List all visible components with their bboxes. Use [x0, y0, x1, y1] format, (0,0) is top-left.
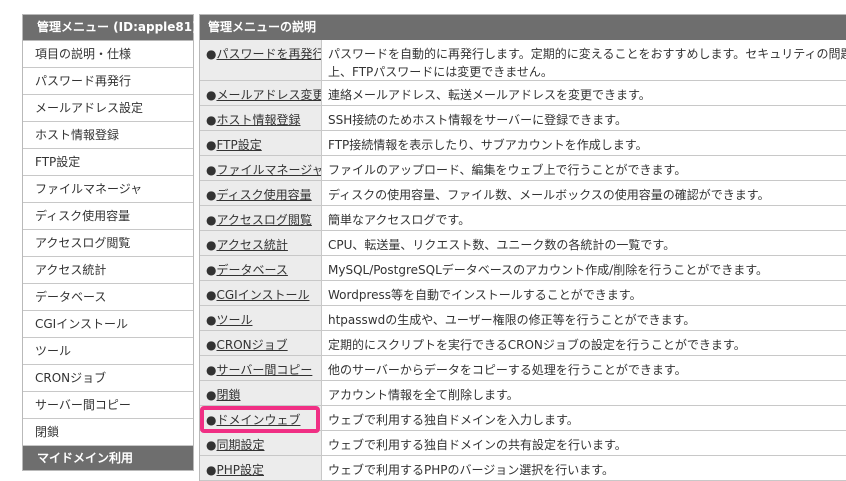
table-row: ●閉鎖 アカウント情報を全て削除します。	[200, 381, 846, 406]
table-row: ●データベース MySQL/PostgreSQLデータベースのアカウント作成/削…	[200, 256, 846, 281]
table-row: ●アクセスログ閲覧 簡単なアクセスログです。	[200, 206, 846, 231]
table-row: ●サーバー間コピー 他のサーバーからデータをコピーする処理を行うことができます。	[200, 356, 846, 381]
row-description: 定期的にスクリプトを実行できるCRONジョブの設定を行うことができます。	[328, 338, 746, 352]
sidebar-item-mail[interactable]: メールアドレス設定	[23, 95, 193, 122]
link-mail-change[interactable]: メールアドレス変更	[216, 88, 321, 102]
link-server-copy[interactable]: サーバー間コピー	[216, 363, 312, 377]
menu-description-table: 管理メニューの説明 ●パスワードを再発行 パスワードを自動的に再発行します。定期…	[199, 14, 846, 481]
link-cron-job[interactable]: CRONジョブ	[216, 338, 287, 352]
table-row: ●アクセス統計 CPU、転送量、リクエスト数、ユニーク数の各統計の一覧です。	[200, 231, 846, 256]
row-description: htpasswdの生成や、ユーザー権限の修正等を行うことができます。	[328, 313, 696, 327]
sidebar-item-ftp[interactable]: FTP設定	[23, 149, 193, 176]
link-cgi-install[interactable]: CGIインストール	[216, 288, 309, 302]
bullet-icon: ●	[206, 138, 217, 152]
sidebar-item-disk[interactable]: ディスク使用容量	[23, 203, 193, 230]
table-row: ●ディスク使用容量 ディスクの使用容量、ファイル数、メールボックスの使用容量の確…	[200, 181, 846, 206]
bullet-icon: ●	[206, 163, 217, 177]
link-access-log[interactable]: アクセスログ閲覧	[216, 213, 311, 227]
bullet-icon: ●	[206, 438, 217, 452]
bullet-icon: ●	[206, 113, 217, 127]
table-row: ●ドメインウェブ ウェブで利用する独自ドメインを入力します。	[200, 406, 846, 431]
row-description: ウェブで利用する独自ドメインを入力します。	[328, 413, 579, 427]
table-row: ●CRONジョブ 定期的にスクリプトを実行できるCRONジョブの設定を行うことが…	[200, 331, 846, 356]
link-access-stats[interactable]: アクセス統計	[216, 238, 287, 252]
row-description: 簡単なアクセスログです。	[328, 213, 471, 227]
bullet-icon: ●	[206, 463, 217, 477]
row-description: アカウント情報を全て削除します。	[328, 388, 519, 402]
bullet-icon: ●	[206, 388, 217, 402]
row-description: MySQL/PostgreSQLデータベースのアカウント作成/削除を行うことがで…	[328, 263, 769, 277]
sidebar-item-close[interactable]: 閉鎖	[23, 419, 193, 446]
table-row: ●ツール htpasswdの生成や、ユーザー権限の修正等を行うことができます。	[200, 306, 846, 331]
sidebar-item-copy[interactable]: サーバー間コピー	[23, 392, 193, 419]
bullet-icon: ●	[206, 413, 217, 427]
table-row: ●パスワードを再発行 パスワードを自動的に再発行します。定期的に変えることをおす…	[200, 40, 846, 81]
link-database[interactable]: データベース	[216, 263, 287, 277]
table-header: 管理メニューの説明	[200, 15, 846, 40]
row-description: ファイルのアップロード、編集をウェブ上で行うことができます。	[328, 163, 687, 177]
admin-menu-sidebar: 管理メニュー (ID:apple81) 項目の説明・仕様 パスワード再発行 メー…	[22, 14, 198, 471]
sidebar-item-stats[interactable]: アクセス統計	[23, 257, 193, 284]
row-description: SSH接続のためホスト情報をサーバーに登録できます。	[328, 113, 627, 127]
table-row: ●FTP設定 FTP接続情報を表示したり、サブアカウントを作成します。	[200, 131, 846, 156]
bullet-icon: ●	[206, 238, 217, 252]
link-close-account[interactable]: 閉鎖	[216, 388, 240, 402]
row-description: ディスクの使用容量、ファイル数、メールボックスの使用容量の確認ができます。	[328, 188, 770, 202]
link-sync-settings[interactable]: 同期設定	[216, 438, 264, 452]
link-host-register[interactable]: ホスト情報登録	[216, 113, 300, 127]
table-row: ●ホスト情報登録 SSH接続のためホスト情報をサーバーに登録できます。	[200, 106, 846, 131]
row-description: ウェブで利用する独自ドメインの共有設定を行います。	[328, 438, 627, 452]
link-domain-web[interactable]: ドメインウェブ	[216, 413, 300, 427]
sidebar-item-tools[interactable]: ツール	[23, 338, 193, 365]
sidebar-item-cron[interactable]: CRONジョブ	[23, 365, 193, 392]
table-row: ●CGIインストール Wordpress等を自動でインストールすることができます…	[200, 281, 846, 306]
bullet-icon: ●	[206, 263, 217, 277]
row-description: 連絡メールアドレス、転送メールアドレスを変更できます。	[328, 88, 651, 102]
bullet-icon: ●	[206, 288, 217, 302]
link-disk-usage[interactable]: ディスク使用容量	[216, 188, 311, 202]
sidebar-item-filemanager[interactable]: ファイルマネージャ	[23, 176, 193, 203]
bullet-icon: ●	[206, 338, 217, 352]
row-description: パスワードを自動的に再発行します。定期的に変えることをおすすめします。セキュリテ…	[328, 47, 846, 79]
sidebar-item-spec[interactable]: 項目の説明・仕様	[23, 41, 193, 68]
link-tools[interactable]: ツール	[216, 313, 252, 327]
table-row: ●PHP設定 ウェブで利用するPHPのバージョン選択を行います。	[200, 456, 846, 481]
sidebar-header: 管理メニュー (ID:apple81)	[23, 15, 198, 41]
table-row: ●ファイルマネージャ ファイルのアップロード、編集をウェブ上で行うことができます…	[200, 156, 846, 181]
bullet-icon: ●	[206, 313, 217, 327]
sidebar-item-host[interactable]: ホスト情報登録	[23, 122, 193, 149]
sidebar-item-accesslog[interactable]: アクセスログ閲覧	[23, 230, 193, 257]
table-row: ●同期設定 ウェブで利用する独自ドメインの共有設定を行います。	[200, 431, 846, 456]
sidebar-section-mydomain: マイドメイン利用	[23, 446, 193, 470]
table-row: ●メールアドレス変更 連絡メールアドレス、転送メールアドレスを変更できます。	[200, 81, 846, 106]
link-file-manager[interactable]: ファイルマネージャ	[216, 163, 321, 177]
bullet-icon: ●	[206, 213, 217, 227]
row-description: FTP接続情報を表示したり、サブアカウントを作成します。	[328, 138, 648, 152]
sidebar-item-password[interactable]: パスワード再発行	[23, 68, 193, 95]
link-ftp-settings[interactable]: FTP設定	[216, 138, 261, 152]
row-description: Wordpress等を自動でインストールすることができます。	[328, 288, 642, 302]
bullet-icon: ●	[206, 188, 217, 202]
row-description: 他のサーバーからデータをコピーする処理を行うことができます。	[328, 363, 687, 377]
row-description: ウェブで利用するPHPのバージョン選択を行います。	[328, 463, 615, 477]
sidebar-item-database[interactable]: データベース	[23, 284, 193, 311]
bullet-icon: ●	[206, 88, 217, 102]
bullet-icon: ●	[206, 47, 217, 61]
link-password-reissue[interactable]: パスワードを再発行	[216, 47, 321, 61]
row-description: CPU、転送量、リクエスト数、ユニーク数の各統計の一覧です。	[328, 238, 676, 252]
link-php-settings[interactable]: PHP設定	[216, 463, 264, 477]
sidebar-item-cgi[interactable]: CGIインストール	[23, 311, 193, 338]
bullet-icon: ●	[206, 363, 217, 377]
